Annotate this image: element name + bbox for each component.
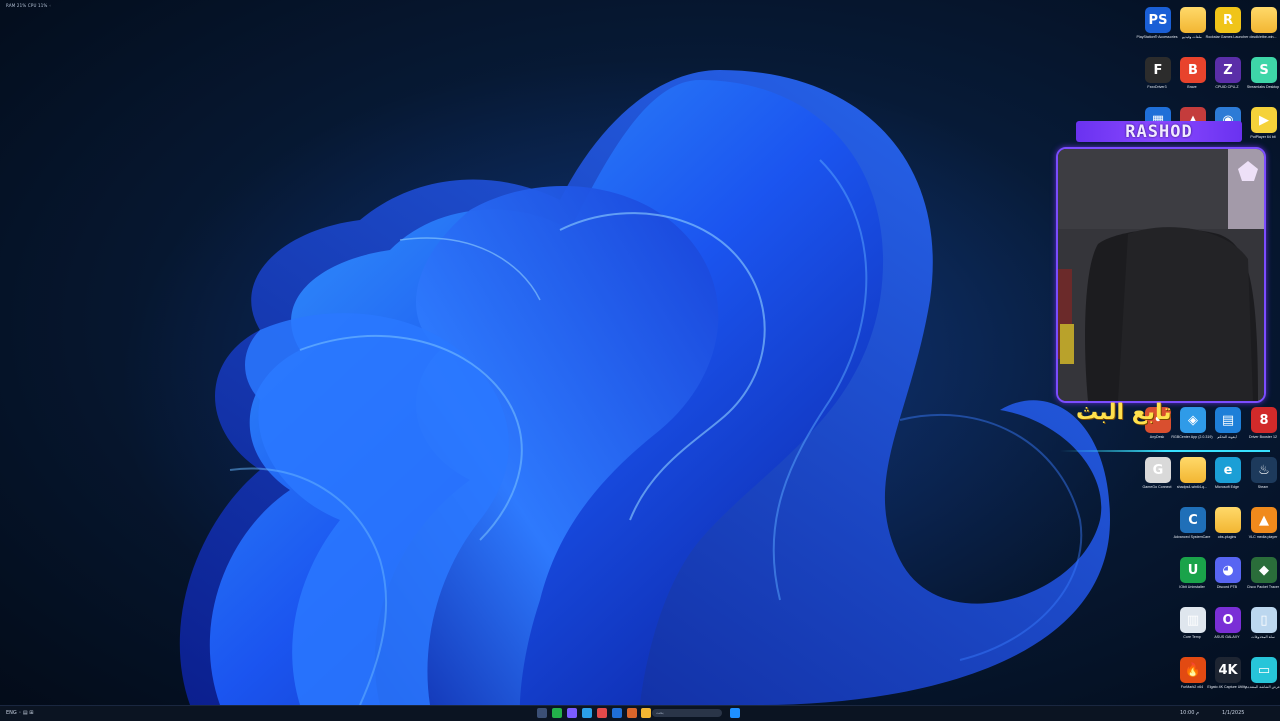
desktop-icon-label: Steam	[1257, 485, 1269, 489]
app-green-icon[interactable]	[552, 708, 562, 718]
taskbar-search-input[interactable]: بحث	[652, 709, 722, 717]
desktop-icon[interactable]: ◆ Cisco Packet Tracer	[1243, 555, 1280, 601]
streamer-name: RASHOD	[1125, 121, 1193, 142]
recycle-bin-icon: ▯	[1251, 607, 1277, 633]
desktop-icon-label: Driver Booster 12	[1249, 435, 1277, 439]
desktop-icon[interactable]: ▭ عرض الشاشة المتعددة	[1243, 655, 1280, 701]
driverbooster-icon: 8	[1251, 407, 1277, 433]
performance-overlay: RAM 21% CPU 11% ◦	[6, 3, 52, 8]
desktop-icon[interactable]: dxsdk/etbe-win...	[1243, 5, 1280, 51]
brave-taskbar-icon[interactable]	[597, 708, 607, 718]
folder-icon	[1180, 457, 1206, 483]
desktop-icon[interactable]: ◕ Discord PTB	[1207, 555, 1245, 601]
discord-icon: ◕	[1215, 557, 1241, 583]
desktop-icon[interactable]: ▶ PotPlayer 64 bit	[1243, 105, 1280, 151]
app-blue-icon[interactable]	[582, 708, 592, 718]
webcam-scene	[1058, 149, 1264, 401]
folder-icon	[1180, 7, 1206, 33]
desktop-icon-label: VLC media player	[1248, 535, 1278, 539]
gamego-icon: G	[1145, 457, 1171, 483]
monitor-icon: ▭	[1251, 657, 1277, 683]
desktop-icon[interactable]: 8 Driver Booster 12	[1243, 405, 1280, 451]
app-purple-icon[interactable]	[567, 708, 577, 718]
taskbar-date[interactable]: 1/1/2025	[1222, 708, 1244, 718]
desktop-icon[interactable]: R Rockstar Games Launcher	[1206, 5, 1248, 51]
streamer-name-banner: RASHOD	[1076, 121, 1242, 142]
desktop-icon[interactable]: ♨ Steam	[1243, 455, 1280, 501]
coretemp-icon: ▥	[1180, 607, 1206, 633]
arabic-neon-sign: تابع البث	[1076, 400, 1172, 425]
desktop-icon[interactable]: e Microsoft Edge	[1207, 455, 1245, 501]
edge-icon: e	[1215, 457, 1241, 483]
vlc-icon: ▲	[1251, 507, 1277, 533]
rockstar-icon: R	[1215, 7, 1241, 33]
packettracer-icon: ◆	[1251, 557, 1277, 583]
desktop-icon-label: Streamlabs Desktop	[1246, 85, 1280, 89]
taskbar-clock[interactable]: 10:00 م	[1180, 708, 1199, 718]
folder-icon	[1251, 7, 1277, 33]
taskbar: ENG ◦ ▤ ⊞ بحث 10:00 م 1/1/2025	[0, 705, 1280, 721]
edge-taskbar-icon[interactable]	[612, 708, 622, 718]
steam-icon: ♨	[1251, 457, 1277, 483]
desktop-icon[interactable]: Z CPUID CPU-Z	[1207, 55, 1245, 101]
desktop-icon-label: عرض الشاشة المتعددة	[1245, 685, 1280, 689]
file-explorer-icon[interactable]	[641, 708, 651, 718]
elgato-4k-icon: 4K	[1215, 657, 1241, 683]
tray-status[interactable]: ENG ◦ ▤ ⊞	[6, 708, 33, 718]
ring-icon: O	[1215, 607, 1241, 633]
app-orange-icon[interactable]	[627, 708, 637, 718]
desktop-icon[interactable]: O ASUS GALAXY	[1207, 605, 1245, 651]
playstation-icon: PS	[1145, 7, 1171, 33]
folder-icon	[1215, 507, 1241, 533]
potplayer-icon: ▶	[1251, 107, 1277, 133]
desktop-icon-label: dxsdk/etbe-win...	[1249, 35, 1277, 39]
cpuz-icon: Z	[1215, 57, 1241, 83]
desktop-icon[interactable]: S Streamlabs Desktop	[1243, 55, 1280, 101]
desktop-icon-label: Cisco Packet Tracer	[1246, 585, 1280, 589]
streamlabs-icon: S	[1251, 57, 1277, 83]
folder-icon: ▤	[1215, 407, 1241, 433]
brave-icon: B	[1180, 57, 1206, 83]
iobit-uninstaller-icon: U	[1180, 557, 1206, 583]
desktop-icon[interactable]: ▯ سلة المحذوفات	[1243, 605, 1280, 651]
webcam-feed	[1056, 147, 1266, 403]
desktop-icon[interactable]: obs-plugins	[1207, 505, 1245, 551]
blackbox-icon: F	[1145, 57, 1171, 83]
store-icon[interactable]	[730, 708, 740, 718]
start-button-icon[interactable]	[537, 708, 547, 718]
advancedsystemcare-icon: C	[1180, 507, 1206, 533]
desktop-icon[interactable]: ▲ VLC media player	[1243, 505, 1280, 551]
desktop-icon-label: سلة المحذوفات	[1251, 635, 1275, 639]
furmark-icon: 🔥	[1180, 657, 1206, 683]
cyan-accent-line	[1060, 450, 1270, 452]
desktop-icon[interactable]: 4K Elgato 4K Capture Utility	[1207, 655, 1247, 701]
